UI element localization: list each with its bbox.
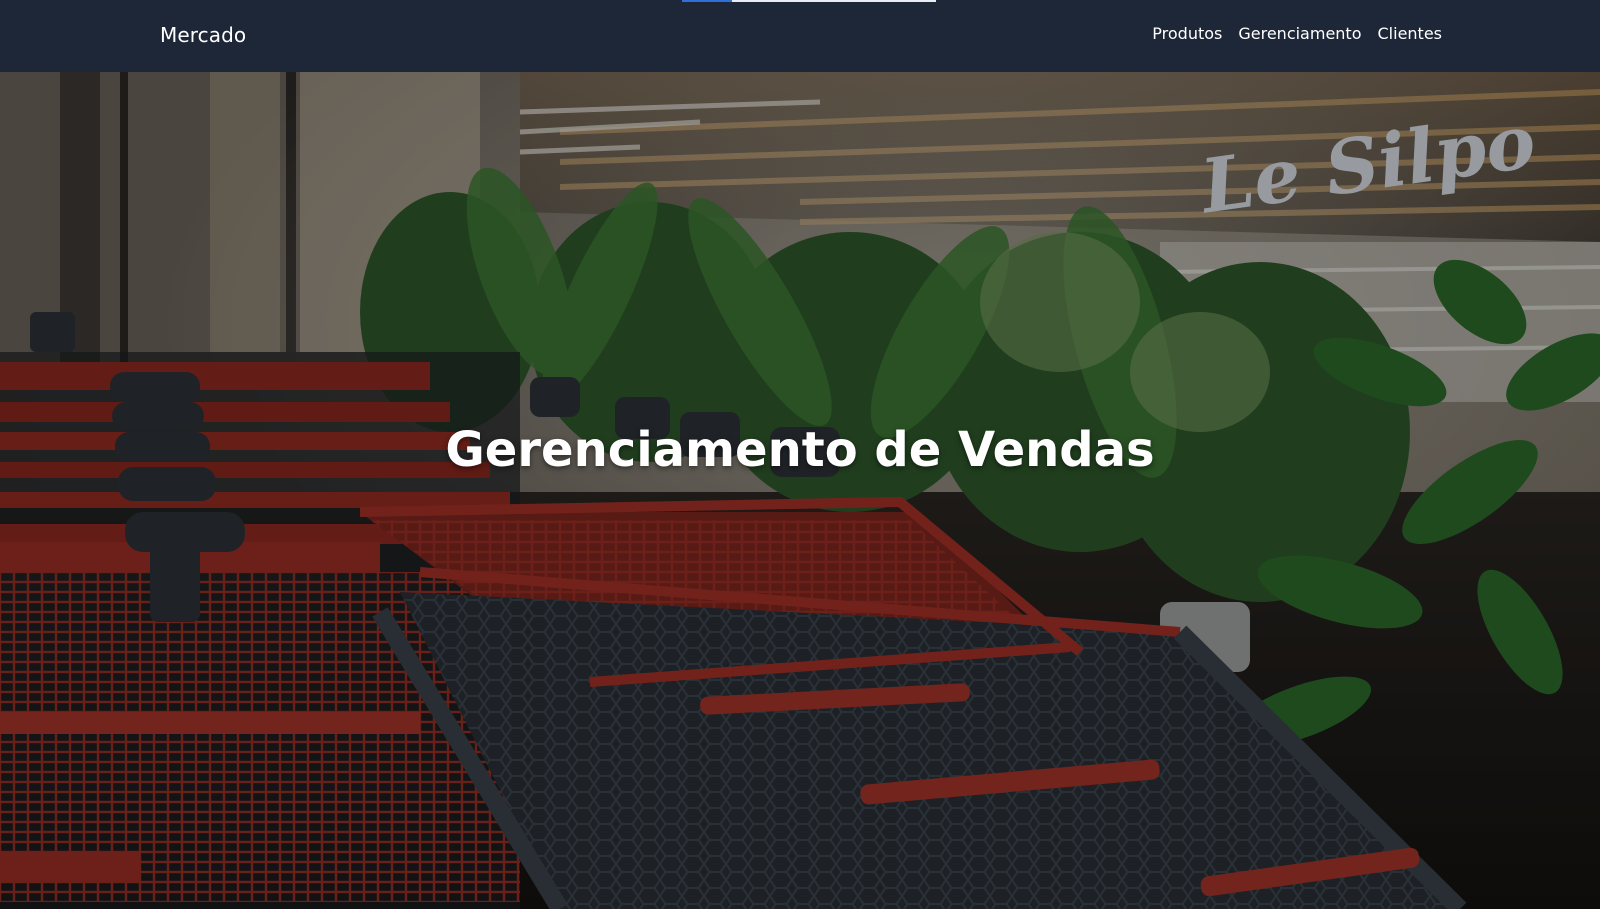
hero-dark-overlay (0, 72, 1600, 909)
hero-banner: Le Silpo Gerenciamento de Vendas (0, 72, 1600, 909)
progress-segment-active (682, 0, 732, 2)
nav-link-produtos[interactable]: Produtos (1152, 23, 1222, 45)
top-navbar: Mercado Produtos Gerenciamento Clientes (0, 0, 1600, 72)
nav-link-clientes[interactable]: Clientes (1378, 23, 1443, 45)
progress-segment-rest (732, 0, 936, 2)
page-load-indicator (682, 0, 936, 2)
brand-link[interactable]: Mercado (160, 21, 246, 49)
nav-links: Produtos Gerenciamento Clientes (1152, 23, 1442, 45)
hero-title: Gerenciamento de Vendas (445, 422, 1155, 478)
nav-link-gerenciamento[interactable]: Gerenciamento (1238, 23, 1361, 45)
